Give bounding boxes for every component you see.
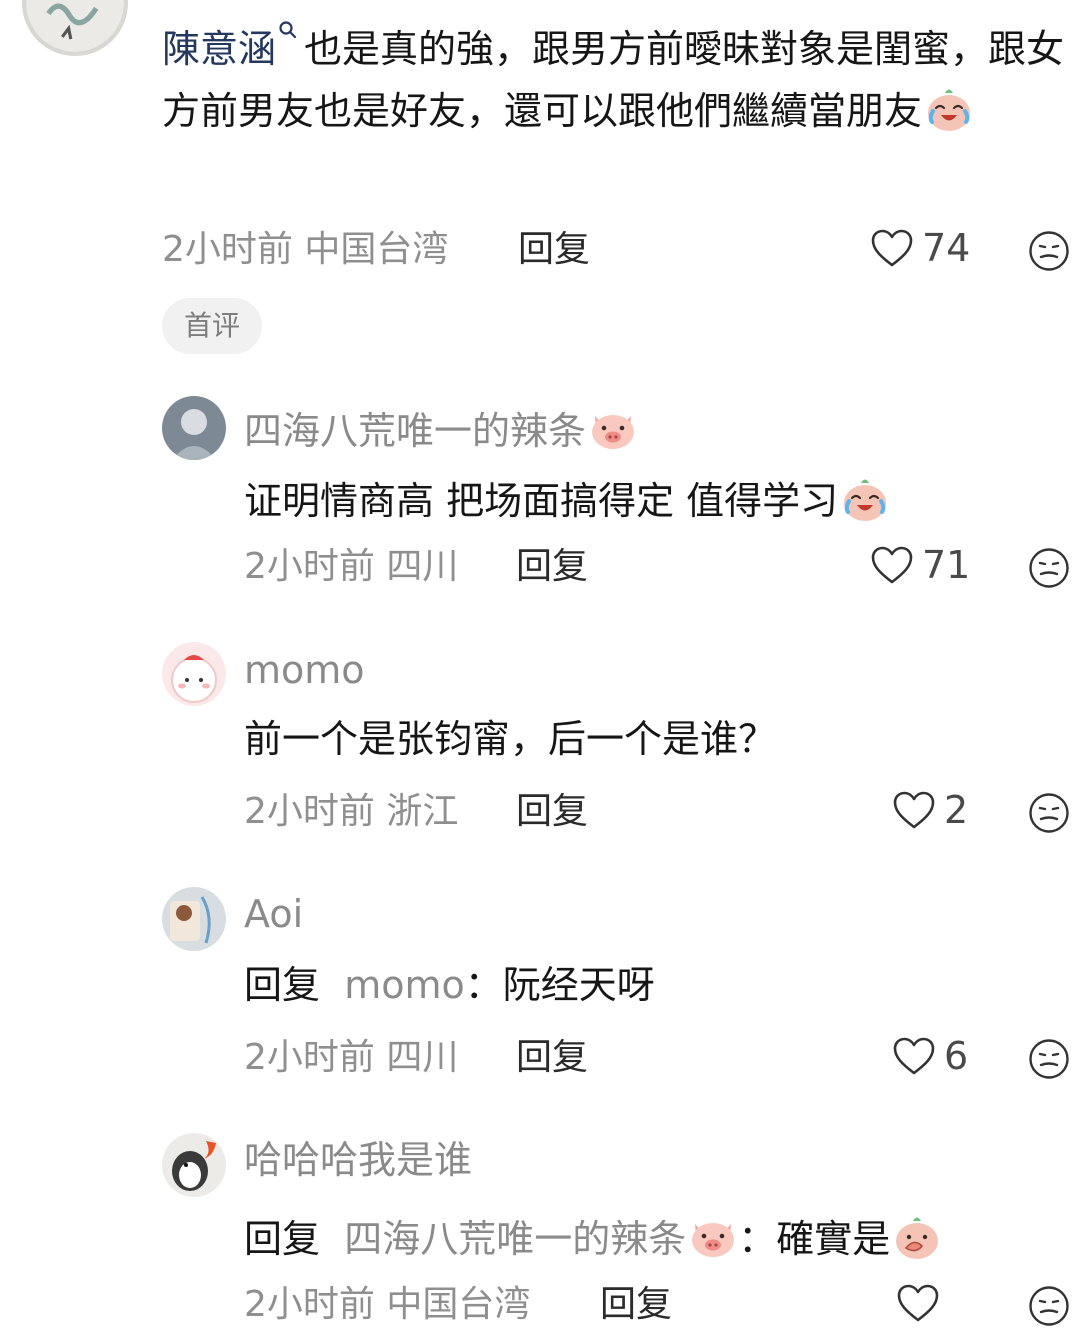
crying-laugh-emoji <box>924 84 974 134</box>
comment-meta: 2小时前 中国台湾 <box>244 1287 530 1323</box>
comment-body: 前一个是张钧甯，后一个是谁？ <box>244 720 776 758</box>
reply-button[interactable]: 回复 <box>600 1287 672 1323</box>
comment-time: 2小时前 <box>244 791 375 832</box>
dislike-button[interactable] <box>1028 547 1070 589</box>
heart-outline-icon <box>892 1036 936 1076</box>
comment-time: 2小时前 <box>244 1037 375 1078</box>
comment-location: 中国台湾 <box>386 1284 531 1325</box>
meh-face-icon <box>1028 547 1070 589</box>
dislike-button[interactable] <box>1028 230 1070 272</box>
reply-target-username[interactable]: 四海八荒唯一的辣条 <box>344 1217 686 1261</box>
comment-username[interactable]: 四海八荒唯一的辣条 <box>244 404 638 454</box>
meh-face-icon <box>1028 792 1070 834</box>
avatar[interactable] <box>162 887 226 951</box>
search-icon[interactable] <box>278 20 298 46</box>
first-comment-badge: 首评 <box>162 298 262 354</box>
dislike-button[interactable] <box>1028 792 1070 834</box>
comment-location: 浙江 <box>386 791 459 832</box>
comment-location: 中国台湾 <box>304 229 449 270</box>
reply-target-username[interactable]: momo <box>344 963 465 1007</box>
heart-outline-icon <box>892 790 936 830</box>
avatar[interactable] <box>22 0 128 56</box>
like-button[interactable]: 74 <box>870 228 970 268</box>
comment-location: 四川 <box>386 546 459 587</box>
comment-body: 回复 momo：阮经天呀 <box>244 966 655 1004</box>
dislike-button[interactable] <box>1028 1285 1070 1327</box>
reply-prefix: 回复 <box>244 1217 321 1261</box>
meh-face-icon <box>1028 230 1070 272</box>
like-button[interactable] <box>896 1283 948 1323</box>
like-button[interactable]: 6 <box>892 1036 968 1076</box>
comment-body: 证明情商高 把场面搞得定 值得学习 <box>244 474 890 524</box>
comment-time: 2小时前 <box>244 546 375 587</box>
like-count: 2 <box>944 788 969 832</box>
comment-text: ：確實是 <box>738 1217 891 1261</box>
comment-username[interactable]: 陳意涵 <box>162 27 276 71</box>
reply-button[interactable]: 回复 <box>518 232 590 268</box>
heart-outline-icon <box>896 1283 940 1323</box>
reply-button[interactable]: 回复 <box>516 794 588 830</box>
comment-meta: 2小时前 四川 <box>244 549 458 585</box>
avatar[interactable] <box>162 1133 226 1197</box>
crying-laugh-emoji <box>840 474 890 524</box>
like-count: 71 <box>922 543 971 587</box>
comment-text: ：阮经天呀 <box>464 963 655 1007</box>
like-count: 74 <box>922 226 971 270</box>
comment-meta: 2小时前 四川 <box>244 1040 458 1076</box>
like-button[interactable]: 2 <box>892 790 968 830</box>
comment-time: 2小时前 <box>244 1284 375 1325</box>
comment-body: 陳意涵 也是真的強，跟男方前曖昧對象是閨蜜，跟女方前男友也是好友，還可以跟他們繼續… <box>162 18 1072 142</box>
heart-outline-icon <box>870 228 914 268</box>
like-button[interactable]: 71 <box>870 545 970 585</box>
pig-emoji <box>688 1212 738 1262</box>
like-count: 6 <box>944 1034 969 1078</box>
comment-text: 前一个是张钧甯，后一个是谁？ <box>244 717 777 761</box>
comment-meta: 2小时前 浙江 <box>244 794 458 830</box>
meh-face-icon <box>1028 1038 1070 1080</box>
comment-meta: 2小时前 中国台湾 <box>162 232 448 268</box>
comment-username[interactable]: momo <box>244 651 365 689</box>
pig-emoji <box>588 404 638 454</box>
meh-face-icon <box>1028 1285 1070 1327</box>
comment-location: 四川 <box>386 1037 459 1078</box>
reply-button[interactable]: 回复 <box>516 1040 588 1076</box>
avatar[interactable] <box>162 396 226 460</box>
avatar[interactable] <box>162 642 226 706</box>
heart-outline-icon <box>870 545 914 585</box>
facepalm-emoji <box>892 1212 942 1262</box>
reply-prefix: 回复 <box>244 963 321 1007</box>
comment-body: 回复 四海八荒唯一的辣条 ：確實是 <box>244 1212 942 1262</box>
dislike-button[interactable] <box>1028 1038 1070 1080</box>
comment-text: 证明情商高 把场面搞得定 值得学习 <box>244 479 839 523</box>
comment-username[interactable]: Aoi <box>244 895 303 933</box>
comment-username[interactable]: 哈哈哈我是谁 <box>244 1141 472 1179</box>
comment-time: 2小时前 <box>162 229 293 270</box>
reply-button[interactable]: 回复 <box>516 549 588 585</box>
